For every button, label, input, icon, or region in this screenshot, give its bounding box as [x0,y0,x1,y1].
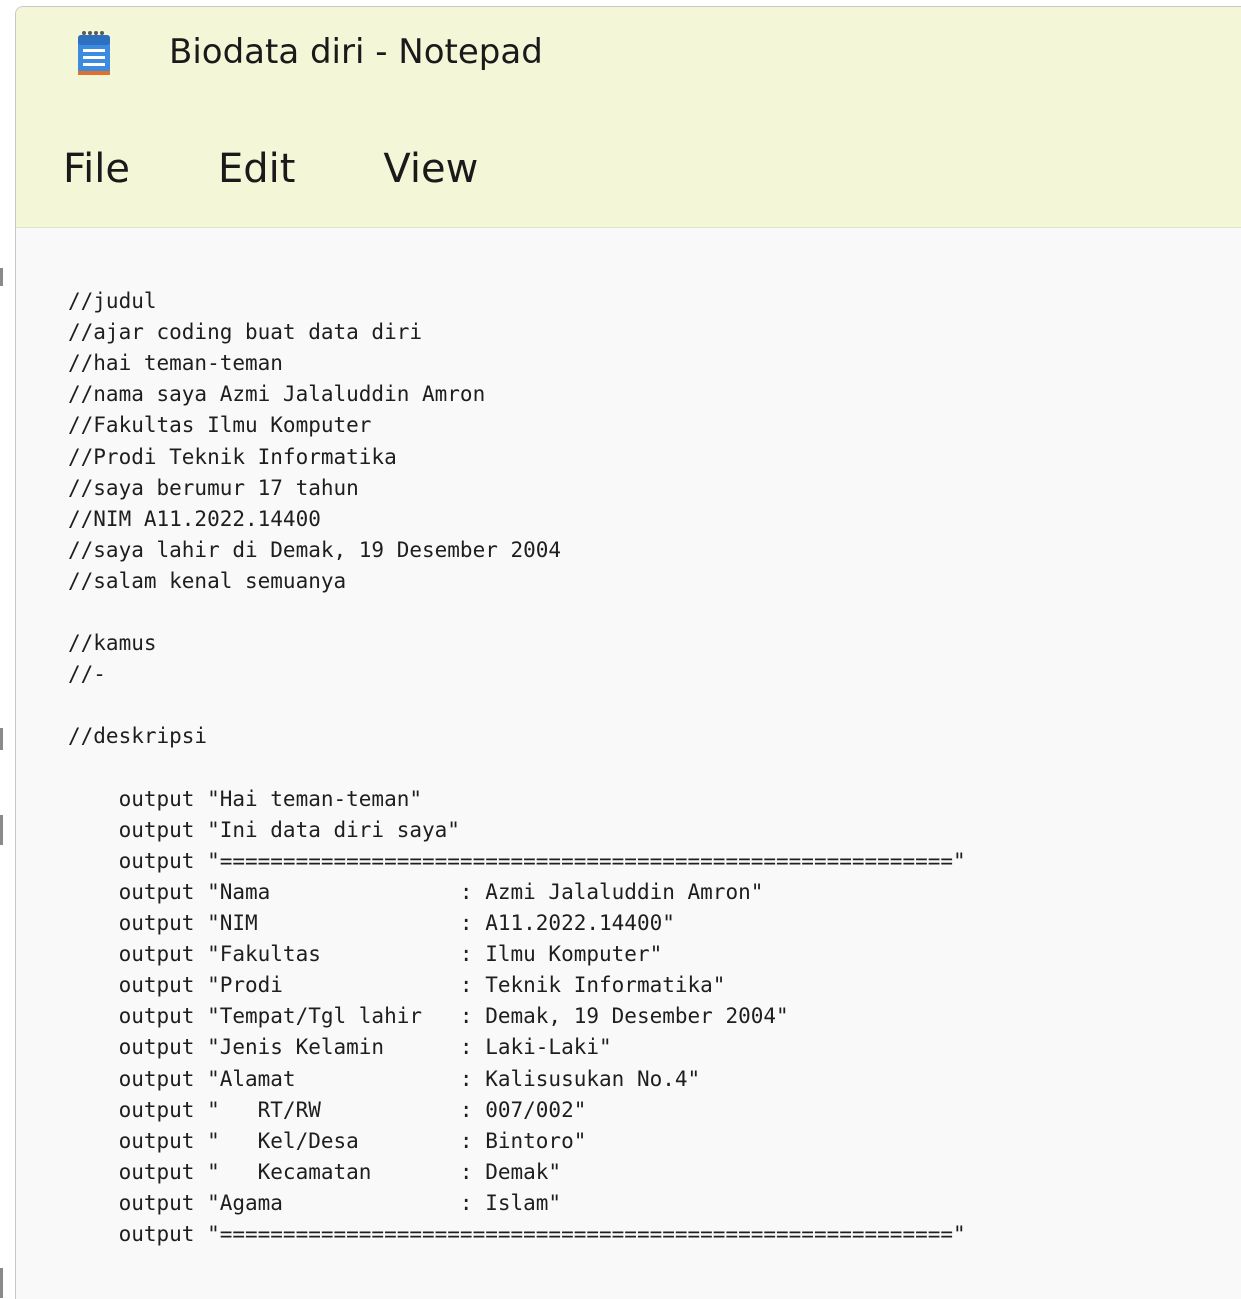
editor-line[interactable]: //NIM A11.2022.14400 [68,504,321,535]
editor-line[interactable]: //saya berumur 17 tahun [68,473,359,504]
title-bar[interactable]: Biodata diri - Notepad File Edit View [16,7,1241,228]
edge-marker [0,815,3,845]
editor-line[interactable]: //deskripsi [68,721,207,752]
menu-view[interactable]: View [383,141,478,197]
editor-line[interactable]: //kamus [68,628,157,659]
menu-edit[interactable]: Edit [218,141,295,197]
editor-line[interactable]: output "================================… [68,846,966,877]
editor-line[interactable]: //- [68,659,106,690]
menu-bar: File Edit View [63,141,566,197]
editor-line[interactable]: //judul [68,286,157,317]
editor-line[interactable]: //saya lahir di Demak, 19 Desember 2004 [68,535,561,566]
text-editor-area[interactable]: //judul//ajar coding buat data diri//hai… [16,228,1241,1299]
editor-line[interactable]: //hai teman-teman [68,348,283,379]
editor-line[interactable]: output "Fakultas : Ilmu Komputer" [68,939,663,970]
editor-line[interactable]: output " RT/RW : 007/002" [68,1095,587,1126]
editor-line[interactable]: output " Kel/Desa : Bintoro" [68,1126,587,1157]
editor-line[interactable]: output "Agama : Islam" [68,1188,562,1219]
editor-line[interactable]: output "================================… [68,1219,966,1250]
notepad-icon [78,31,110,75]
edge-marker [0,728,3,750]
edge-marker [0,268,3,286]
editor-line[interactable]: output "Nama : Azmi Jalaluddin Amron" [68,877,764,908]
editor-line[interactable]: output "Prodi : Teknik Informatika" [68,970,726,1001]
editor-line[interactable]: //ajar coding buat data diri [68,317,422,348]
editor-line[interactable]: output "Alamat : Kalisusukan No.4" [68,1064,701,1095]
editor-line[interactable]: //nama saya Azmi Jalaluddin Amron [68,379,485,410]
editor-line[interactable]: //Prodi Teknik Informatika [68,442,397,473]
menu-file[interactable]: File [63,141,130,197]
editor-line[interactable]: //Fakultas Ilmu Komputer [68,410,371,441]
editor-line[interactable]: output "Ini data diri saya" [68,815,460,846]
window-title: Biodata diri - Notepad [169,32,543,72]
notepad-window: Biodata diri - Notepad File Edit View //… [15,6,1241,1299]
editor-line[interactable]: output "Hai teman-teman" [68,784,422,815]
editor-line[interactable]: output " Kecamatan : Demak" [68,1157,562,1188]
editor-line[interactable]: //salam kenal semuanya [68,566,346,597]
editor-line[interactable]: output "Jenis Kelamin : Laki-Laki" [68,1032,612,1063]
editor-line[interactable]: output "NIM : A11.2022.14400" [68,908,675,939]
edge-marker [0,1268,3,1298]
editor-line[interactable]: output "Tempat/Tgl lahir : Demak, 19 Des… [68,1001,789,1032]
